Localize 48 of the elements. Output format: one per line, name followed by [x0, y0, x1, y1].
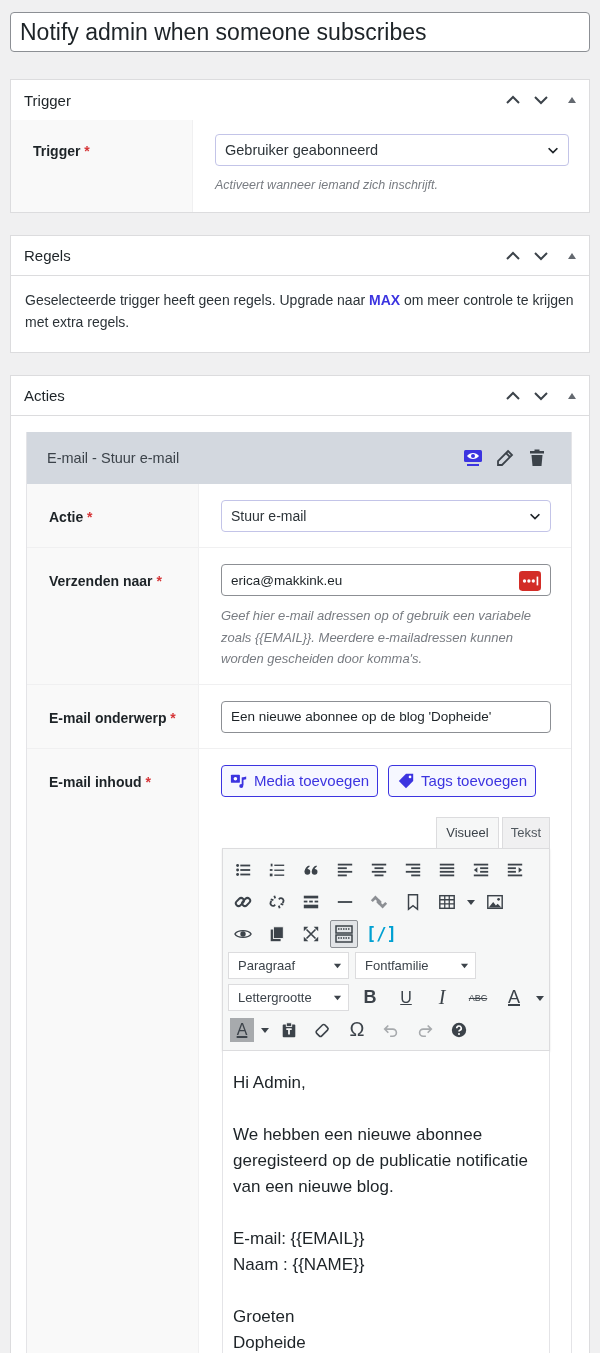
action-title: E-mail - Stuur e-mail	[47, 450, 181, 466]
format-button[interactable]: A	[499, 982, 529, 1013]
panel-title: Regels	[24, 247, 72, 264]
font-size-select[interactable]: Lettergrootte	[228, 984, 349, 1011]
panel-title: Trigger	[24, 91, 72, 109]
password-manager-icon[interactable]	[519, 571, 541, 591]
pencil-icon[interactable]	[495, 448, 515, 468]
editor-tab[interactable]: Visueel	[436, 816, 499, 848]
body-text: We hebben een nieuwe abonnee geregisteerd op de publicatie notificatie van een nieuwe blog.	[233, 1123, 529, 1198]
format-button[interactable]: I	[427, 982, 457, 1013]
editor-content[interactable]: Hi Admin, We hebben een nieuwe abonnee geregisteerd op de publicatie notificatie van een nieuwe blog. E-mail: {{EMAIL}} Naam : {{NAME}} Groeten Dopheide	[222, 1050, 550, 1353]
email-field[interactable]: erica@makkink.eu	[221, 564, 551, 596]
add-media-button[interactable]: Media toevoegen	[221, 764, 379, 797]
field-label: E-mail onderwerp *	[49, 709, 176, 726]
field-hint: Geef hier e-mail adressen op of gebruik een variabele zoals {{EMAIL}}. Meerdere e-mailadressen kunnen worden gescheiden door komma's.	[221, 607, 532, 668]
preview-icon[interactable]	[463, 448, 483, 468]
title-field[interactable]: Notify admin when someone subscribes	[10, 12, 590, 52]
tag-icon[interactable]	[397, 771, 416, 790]
editor-tab[interactable]: Tekst	[501, 816, 550, 848]
body-text: Naam : {{NAME}}	[233, 1253, 366, 1276]
add-tags-button[interactable]: Tags toevoegen	[388, 764, 536, 797]
field-label: Actie *	[49, 509, 93, 525]
caret-icon[interactable]	[333, 961, 342, 970]
toolbar-toggle-button[interactable]	[330, 919, 358, 948]
caret-icon[interactable]	[333, 993, 342, 1002]
rules-message: Geselecteerde trigger heeft geen regels. Upgrade naar MAX om meer controle te krijgen met extra regels.	[24, 291, 575, 332]
font-family-select[interactable]: Fontfamilie	[355, 952, 476, 979]
caret-icon[interactable]	[460, 961, 469, 970]
field-label: E-mail inhoud *	[49, 773, 151, 790]
highlight-button[interactable]: A	[230, 1017, 254, 1042]
field-label: Verzenden naar *	[49, 573, 162, 589]
collapse-icon[interactable]	[567, 95, 577, 105]
action-select[interactable]: Stuur e-mail	[221, 500, 551, 532]
field-hint: Activeert wanneer iemand zich inschrijft.	[215, 178, 439, 192]
panel-title: Acties	[24, 387, 66, 404]
body-text: Dopheide	[233, 1331, 307, 1353]
body-text: Hi Admin,	[233, 1071, 307, 1094]
format-button[interactable]: U	[391, 982, 421, 1013]
trigger-select[interactable]: Gebruiker geabonneerd	[215, 134, 569, 166]
format-button[interactable]: ABC	[463, 982, 493, 1013]
body-text: Groeten	[233, 1305, 296, 1328]
special-character-button[interactable]: Ω	[342, 1014, 372, 1045]
format-button[interactable]: B	[355, 982, 385, 1013]
field-label: Trigger *	[33, 143, 90, 159]
subject-field[interactable]: Een nieuwe abonnee op de blog 'Dopheide'	[221, 700, 551, 733]
trash-icon[interactable]	[527, 448, 547, 468]
body-text: E-mail: {{EMAIL}}	[233, 1227, 366, 1250]
format-select[interactable]: Paragraaf	[228, 952, 349, 979]
